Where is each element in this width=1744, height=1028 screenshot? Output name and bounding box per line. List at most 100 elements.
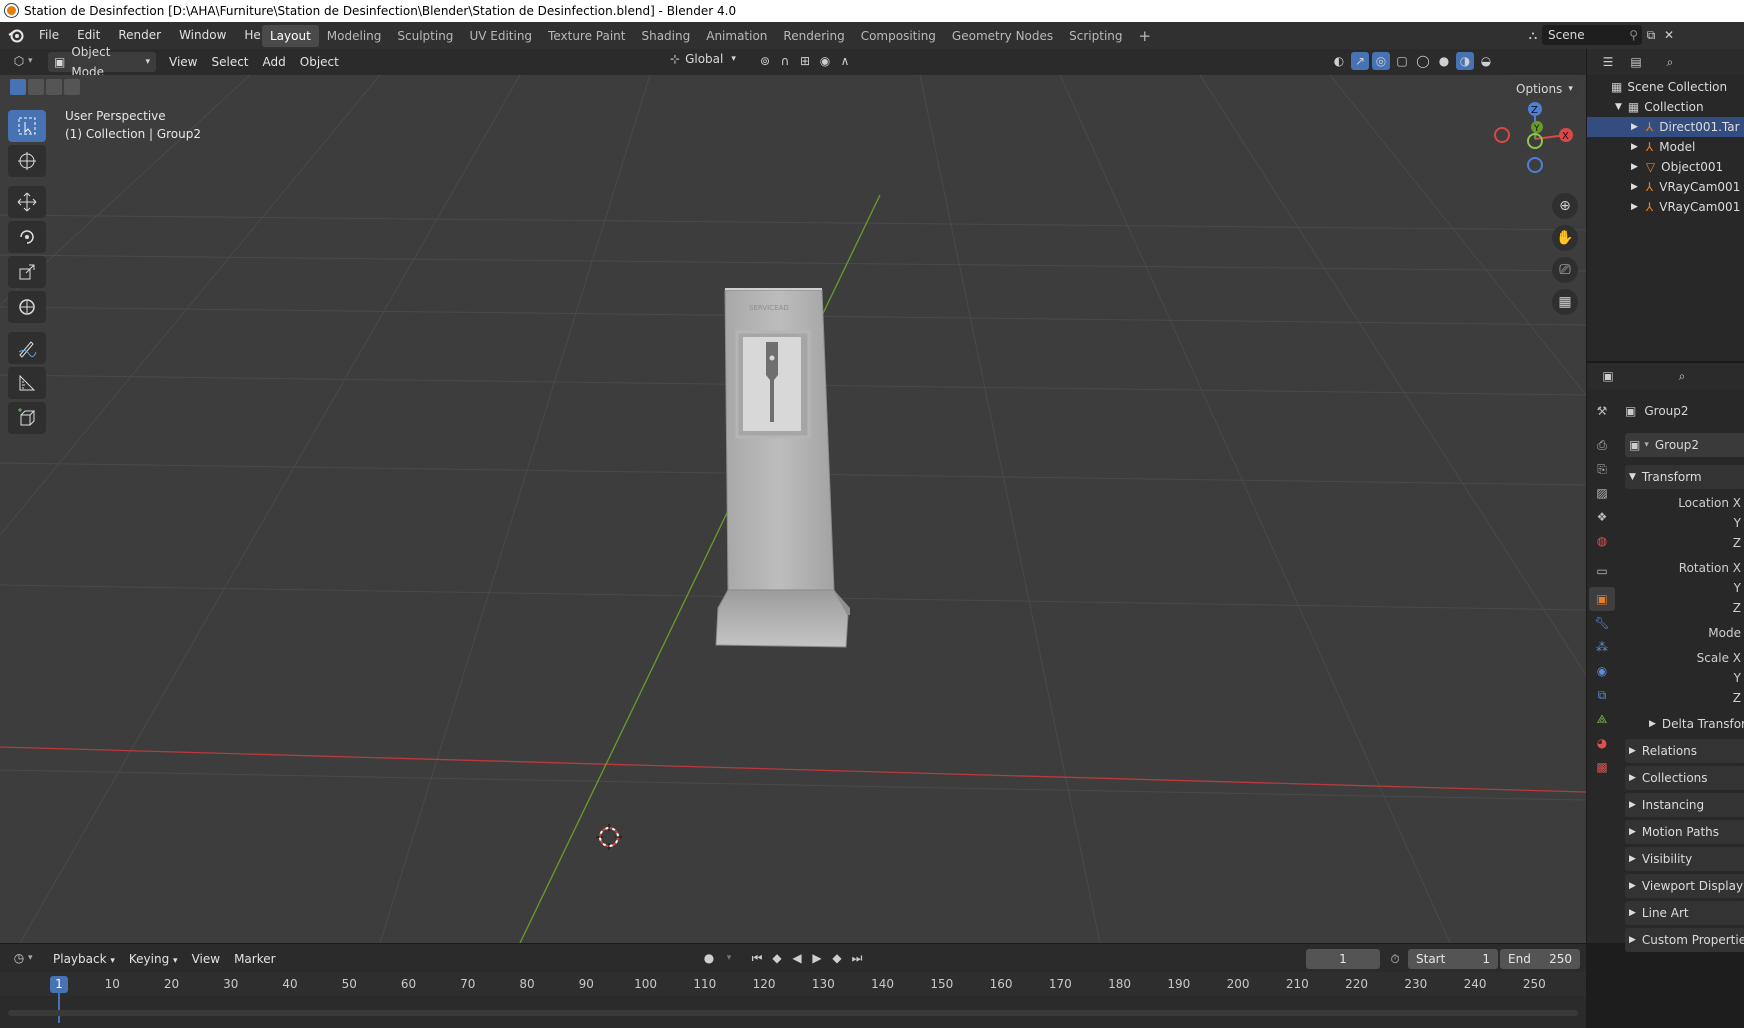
world-tab-icon[interactable]: ◍ bbox=[1589, 529, 1615, 553]
view-layer-tab-icon[interactable]: ▨ bbox=[1589, 481, 1615, 505]
end-frame-field[interactable]: End 250 bbox=[1500, 949, 1580, 969]
viewport-display-panel-header[interactable]: ▶ Viewport Display bbox=[1625, 874, 1744, 898]
prev-keyframe-icon[interactable]: ◆ bbox=[768, 949, 786, 967]
disinfection-station-model[interactable]: SERVICEAD bbox=[700, 210, 880, 710]
outliner-display-mode-icon[interactable]: ▤ bbox=[1627, 53, 1645, 71]
tab-layout[interactable]: Layout bbox=[262, 25, 319, 47]
measure-tool[interactable] bbox=[8, 367, 46, 399]
scene-name-field[interactable]: Scene ⚲ bbox=[1542, 25, 1642, 45]
delta-transform-subpanel[interactable]: ▶ Delta Transform bbox=[1625, 712, 1744, 736]
editor-type-selector[interactable]: ⬡ ▾ bbox=[10, 52, 33, 70]
physics-tab-icon[interactable]: ◉ bbox=[1589, 659, 1615, 683]
camera-view-icon[interactable]: ⎚ bbox=[1552, 257, 1578, 283]
new-scene-icon[interactable]: ⧉ bbox=[1642, 26, 1660, 44]
object-name-field[interactable]: ▣ ▾ Group2 bbox=[1625, 433, 1744, 457]
menu-add[interactable]: Add bbox=[256, 52, 293, 72]
gizmo-neg-z-axis[interactable] bbox=[1527, 157, 1543, 173]
menu-file[interactable]: File bbox=[30, 24, 68, 46]
current-frame-field[interactable]: 1 bbox=[1306, 949, 1380, 969]
menu-playback[interactable]: Playback ▾ bbox=[46, 949, 122, 969]
transform-tool[interactable] bbox=[8, 291, 46, 323]
tab-compositing[interactable]: Compositing bbox=[853, 25, 944, 47]
tab-animation[interactable]: Animation bbox=[698, 25, 775, 47]
particles-tab-icon[interactable]: ⁂ bbox=[1589, 635, 1615, 659]
annotate-tool[interactable] bbox=[8, 332, 46, 364]
tab-texture-paint[interactable]: Texture Paint bbox=[540, 25, 633, 47]
navigation-gizmo[interactable]: Z X Y bbox=[1490, 99, 1574, 179]
material-tab-icon[interactable]: ◕ bbox=[1589, 731, 1615, 755]
select-box-mode-icon[interactable] bbox=[10, 79, 26, 95]
tab-sculpting[interactable]: Sculpting bbox=[389, 25, 461, 47]
overlays-toggle-icon[interactable]: ◎ bbox=[1372, 52, 1390, 70]
tab-modeling[interactable]: Modeling bbox=[319, 25, 390, 47]
select-box-tool[interactable] bbox=[8, 110, 46, 142]
play-icon[interactable]: ▶ bbox=[808, 949, 826, 967]
select-subtract-mode-icon[interactable] bbox=[46, 79, 62, 95]
outliner-scene-collection[interactable]: ▦ Scene Collection bbox=[1587, 77, 1744, 97]
blender-logo-icon[interactable] bbox=[8, 27, 24, 46]
expand-right-icon[interactable]: ▶ bbox=[1631, 157, 1638, 177]
object-tab-icon[interactable]: ▣ bbox=[1589, 587, 1615, 611]
outliner-item[interactable]: ▶ ▽ Object001 bbox=[1587, 157, 1744, 177]
tab-uv-editing[interactable]: UV Editing bbox=[461, 25, 540, 47]
rotate-tool[interactable] bbox=[8, 221, 46, 253]
outliner-item[interactable]: ▶ ⅄ Model bbox=[1587, 137, 1744, 157]
remove-scene-icon[interactable]: ✕ bbox=[1660, 26, 1678, 44]
collections-panel-header[interactable]: ▶ Collections bbox=[1625, 766, 1744, 790]
jump-start-icon[interactable]: ⏮ bbox=[748, 949, 766, 967]
start-frame-field[interactable]: Start 1 bbox=[1408, 949, 1498, 969]
snap-magnet-icon[interactable]: ∩ bbox=[776, 52, 794, 70]
pivot-point-icon[interactable]: ⊚ bbox=[756, 52, 774, 70]
modifier-tab-icon[interactable]: 🔧︎ bbox=[1589, 611, 1615, 635]
outliner-collection[interactable]: ▼ ▦ Collection bbox=[1587, 97, 1744, 117]
transform-orientation-dropdown[interactable]: ⊹ Global ▾ bbox=[670, 52, 736, 66]
scale-tool[interactable] bbox=[8, 256, 46, 288]
expand-right-icon[interactable]: ▶ bbox=[1631, 177, 1638, 197]
menu-select[interactable]: Select bbox=[204, 52, 255, 72]
add-workspace-plus-icon[interactable]: + bbox=[1131, 25, 1160, 47]
constraints-tab-icon[interactable]: ⧉ bbox=[1589, 683, 1615, 707]
timeline-scrollbar[interactable] bbox=[8, 1010, 1578, 1016]
menu-object[interactable]: Object bbox=[293, 52, 346, 72]
custom-properties-panel-header[interactable]: ▶ Custom Properties bbox=[1625, 928, 1744, 952]
shading-rendered-icon[interactable]: ◒ bbox=[1477, 52, 1495, 70]
zoom-icon[interactable]: ⊕ bbox=[1552, 193, 1578, 219]
menu-keying[interactable]: Keying ▾ bbox=[122, 949, 185, 969]
visibility-panel-header[interactable]: ▶ Visibility bbox=[1625, 847, 1744, 871]
tab-scripting[interactable]: Scripting bbox=[1061, 25, 1130, 47]
menu-timeline-view[interactable]: View bbox=[185, 949, 227, 969]
expand-down-icon[interactable]: ▼ bbox=[1615, 97, 1622, 117]
expand-right-icon[interactable]: ▶ bbox=[1631, 197, 1638, 217]
falloff-curve-icon[interactable]: ∧ bbox=[836, 52, 854, 70]
ortho-grid-icon[interactable]: ▦ bbox=[1552, 289, 1578, 315]
add-cube-tool[interactable] bbox=[8, 402, 46, 434]
output-tab-icon[interactable]: ⎘ bbox=[1589, 457, 1615, 481]
outliner-search-icon[interactable]: ⌕ bbox=[1661, 53, 1679, 71]
3d-cursor-icon[interactable] bbox=[596, 824, 622, 850]
line-art-panel-header[interactable]: ▶ Line Art bbox=[1625, 901, 1744, 925]
relations-panel-header[interactable]: ▶ Relations bbox=[1625, 739, 1744, 763]
instancing-panel-header[interactable]: ▶ Instancing bbox=[1625, 793, 1744, 817]
pin-icon[interactable]: ⚲ bbox=[1629, 28, 1638, 42]
render-tab-icon[interactable]: ⎙ bbox=[1589, 433, 1615, 457]
collection-tab-icon[interactable]: ▭ bbox=[1589, 559, 1615, 583]
menu-window[interactable]: Window bbox=[170, 24, 235, 46]
timeline-editor-type[interactable]: ◷ ▾ bbox=[10, 949, 33, 967]
xray-toggle-icon[interactable]: ▢ bbox=[1393, 52, 1411, 70]
shading-solid-icon[interactable]: ● bbox=[1435, 52, 1453, 70]
properties-search-icon[interactable]: ⌕ bbox=[1673, 367, 1691, 385]
jump-end-icon[interactable]: ⏭ bbox=[848, 949, 866, 967]
select-extend-mode-icon[interactable] bbox=[28, 79, 44, 95]
tab-geometry-nodes[interactable]: Geometry Nodes bbox=[944, 25, 1061, 47]
record-icon[interactable]: ● bbox=[700, 949, 718, 967]
tab-shading[interactable]: Shading bbox=[633, 25, 698, 47]
outliner-item[interactable]: ▶ ⅄ VRayCam001 bbox=[1587, 177, 1744, 197]
expand-right-icon[interactable]: ▶ bbox=[1631, 117, 1638, 137]
options-dropdown[interactable]: Options ▾ bbox=[1510, 79, 1580, 99]
snap-target-icon[interactable]: ⊞ bbox=[796, 52, 814, 70]
outliner-item[interactable]: ▶ ⅄ Direct001.Tar bbox=[1587, 117, 1744, 137]
properties-editor-type-icon[interactable]: ▣ bbox=[1599, 367, 1617, 385]
shading-material-icon[interactable]: ◑ bbox=[1456, 52, 1474, 70]
play-reverse-icon[interactable]: ◀ bbox=[788, 949, 806, 967]
outliner-item[interactable]: ▶ ⅄ VRayCam001 bbox=[1587, 197, 1744, 217]
